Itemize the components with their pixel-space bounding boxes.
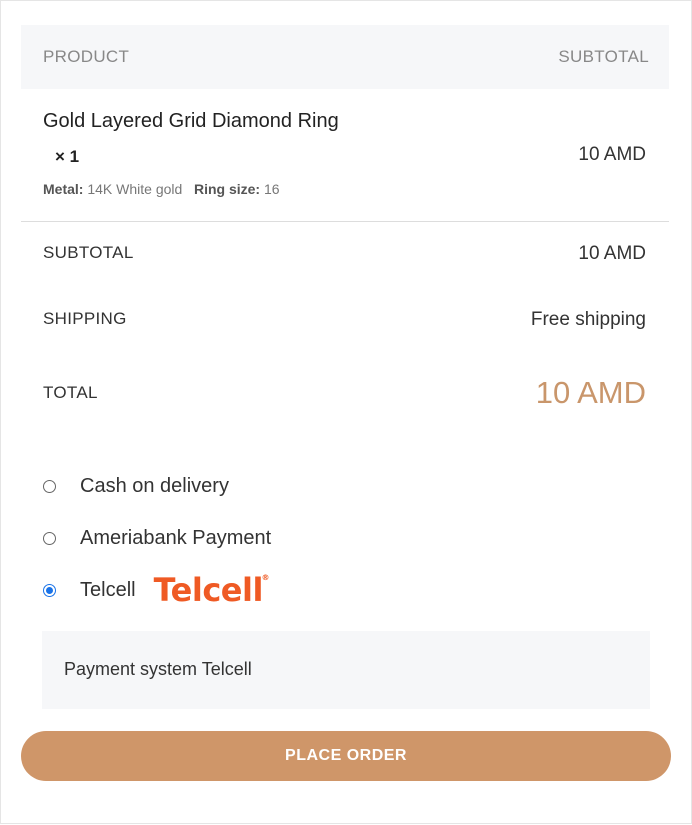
product-variation: Metal: 14K White gold Ring size: 16 bbox=[43, 181, 280, 197]
total-value: 10 AMD bbox=[535, 375, 646, 410]
total-label: TOTAL bbox=[43, 383, 98, 402]
ring-size-label: Ring size: bbox=[193, 181, 261, 197]
product-quantity: × 1 bbox=[55, 147, 80, 166]
payment-option-cash-on-delivery[interactable]: Cash on delivery bbox=[43, 475, 229, 498]
payment-option-label: Ameriabank Payment bbox=[80, 527, 272, 549]
ring-size-value: 16 bbox=[263, 181, 280, 197]
payment-option-ameriabank[interactable]: Ameriabank Payment bbox=[43, 527, 271, 550]
subtotal-label: SUBTOTAL bbox=[43, 243, 134, 262]
radio-telcell[interactable] bbox=[43, 583, 56, 597]
shipping-value: Free shipping bbox=[530, 309, 646, 330]
radio-cash-on-delivery[interactable] bbox=[43, 480, 56, 493]
product-column-header: PRODUCT bbox=[43, 47, 130, 66]
product-line-total: 10 AMD bbox=[578, 144, 646, 165]
subtotal-value: 10 AMD bbox=[578, 243, 646, 264]
metal-value: 14K White gold bbox=[87, 181, 183, 197]
radio-ameriabank[interactable] bbox=[43, 532, 56, 545]
divider bbox=[21, 221, 669, 222]
product-name: Gold Layered Grid Diamond Ring bbox=[43, 110, 339, 132]
order-review-card: PRODUCT SUBTOTAL Gold Layered Grid Diamo… bbox=[0, 0, 692, 824]
metal-label: Metal: bbox=[43, 181, 84, 197]
payment-option-telcell[interactable]: Telcell Telcell ® bbox=[43, 571, 270, 609]
payment-description: Payment system Telcell bbox=[64, 659, 252, 679]
order-table-header: PRODUCT SUBTOTAL bbox=[21, 25, 669, 89]
payment-option-label: Telcell bbox=[80, 578, 136, 601]
subtotal-column-header: SUBTOTAL bbox=[558, 47, 649, 66]
telcell-logo: Telcell ® bbox=[153, 571, 270, 609]
shipping-label: SHIPPING bbox=[43, 309, 127, 328]
place-order-button[interactable]: PLACE ORDER bbox=[21, 731, 671, 781]
payment-option-label: Cash on delivery bbox=[80, 475, 229, 497]
payment-description-box: Payment system Telcell bbox=[42, 631, 650, 709]
